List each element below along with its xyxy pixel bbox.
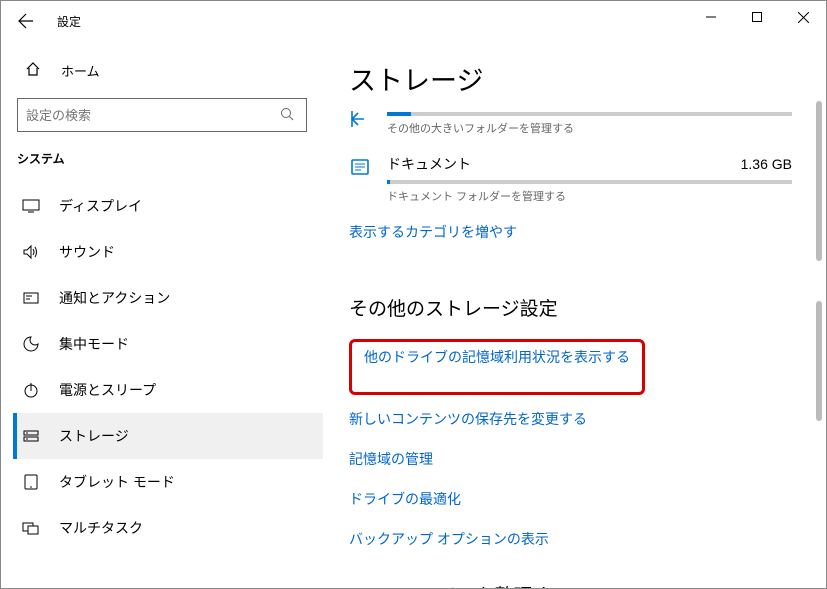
sidebar-item-sound[interactable]: サウンド <box>13 229 323 275</box>
storage-name: ドキュメント <box>387 154 741 174</box>
storage-settings-link[interactable]: 他のドライブの記憶域利用状況を表示する <box>364 347 630 367</box>
sidebar-item-label: 通知とアクション <box>59 288 170 308</box>
sidebar-item-label: ディスプレイ <box>59 196 142 216</box>
storage-settings-link[interactable]: バックアップ オプションの表示 <box>349 529 792 549</box>
titlebar: 設定 <box>1 1 826 41</box>
window-title: 設定 <box>57 13 81 30</box>
maximize-icon <box>752 12 762 22</box>
storage-item[interactable]: その他の大きいフォルダーを管理する <box>349 106 792 136</box>
storage-icon <box>21 427 41 445</box>
search-box[interactable] <box>17 98 307 132</box>
sidebar-item-display[interactable]: ディスプレイ <box>13 183 323 229</box>
back-button[interactable] <box>11 6 41 36</box>
sidebar-item-notify[interactable]: 通知とアクション <box>13 275 323 321</box>
highlighted-link-box: 他のドライブの記憶域利用状況を表示する <box>349 339 645 395</box>
document-icon <box>349 156 377 181</box>
scroll-thumb[interactable] <box>816 301 822 421</box>
minimize-button[interactable] <box>688 1 734 33</box>
main-content: ストレージ その他の大きいフォルダーを管理するドキュメント1.36 GBドキュメ… <box>323 41 826 588</box>
sidebar-item-storage[interactable]: ストレージ <box>13 413 323 459</box>
sound-icon <box>21 243 41 261</box>
close-button[interactable] <box>780 1 826 33</box>
overflow-icon <box>349 108 377 133</box>
sidebar-item-power[interactable]: 電源とスリープ <box>13 367 323 413</box>
tablet-icon <box>21 473 41 491</box>
storage-sub: その他の大きいフォルダーを管理する <box>387 120 792 136</box>
home-label: ホーム <box>61 61 100 80</box>
home-icon <box>25 61 45 80</box>
usage-bar <box>387 112 792 116</box>
usage-bar <box>387 180 792 184</box>
storage-sub: ドキュメント フォルダーを管理する <box>387 188 792 204</box>
nav-list: ディスプレイサウンド通知とアクション集中モード電源とスリープストレージタブレット… <box>13 183 323 551</box>
storage-size: 1.36 GB <box>741 156 792 172</box>
sidebar-item-label: マルチタスク <box>59 518 143 538</box>
close-icon <box>798 12 809 23</box>
sidebar-item-label: サウンド <box>59 242 115 262</box>
scrollbar[interactable] <box>814 101 824 421</box>
group-label: システム <box>13 150 323 183</box>
sidebar: ホーム システム ディスプレイサウンド通知とアクション集中モード電源とスリープス… <box>1 41 323 588</box>
sidebar-item-multitask[interactable]: マルチタスク <box>13 505 323 551</box>
search-input[interactable] <box>26 108 280 123</box>
sidebar-item-label: 電源とスリープ <box>59 380 156 400</box>
scroll-thumb[interactable] <box>816 101 822 261</box>
page-title: ストレージ <box>349 59 792 98</box>
storage-settings-link[interactable]: ドライブの最適化 <box>349 489 792 509</box>
storage-item[interactable]: ドキュメント1.36 GB ドキュメント フォルダーを管理する <box>349 154 792 204</box>
maximize-button[interactable] <box>734 1 780 33</box>
storage-settings-link[interactable]: 記憶域の管理 <box>349 449 792 469</box>
other-storage-section-title: その他のストレージ設定 <box>349 294 792 321</box>
sidebar-item-tablet[interactable]: タブレット モード <box>13 459 323 505</box>
focus-icon <box>21 335 41 353</box>
sidebar-item-label: タブレット モード <box>59 472 175 492</box>
sidebar-item-focus[interactable]: 集中モード <box>13 321 323 367</box>
window-controls <box>688 1 826 33</box>
power-icon <box>21 381 41 399</box>
organize-section-title: PC のファイルを整理する <box>349 581 792 588</box>
multitask-icon <box>21 519 41 537</box>
minimize-icon <box>706 12 716 22</box>
sidebar-item-label: 集中モード <box>59 334 129 354</box>
sidebar-item-label: ストレージ <box>59 426 129 446</box>
arrow-left-icon <box>18 13 34 29</box>
display-icon <box>21 197 41 215</box>
home-button[interactable]: ホーム <box>13 53 323 88</box>
search-icon <box>280 107 298 124</box>
storage-settings-link[interactable]: 新しいコンテンツの保存先を変更する <box>349 409 792 429</box>
notify-icon <box>21 289 41 307</box>
show-more-categories-link[interactable]: 表示するカテゴリを増やす <box>349 222 517 242</box>
